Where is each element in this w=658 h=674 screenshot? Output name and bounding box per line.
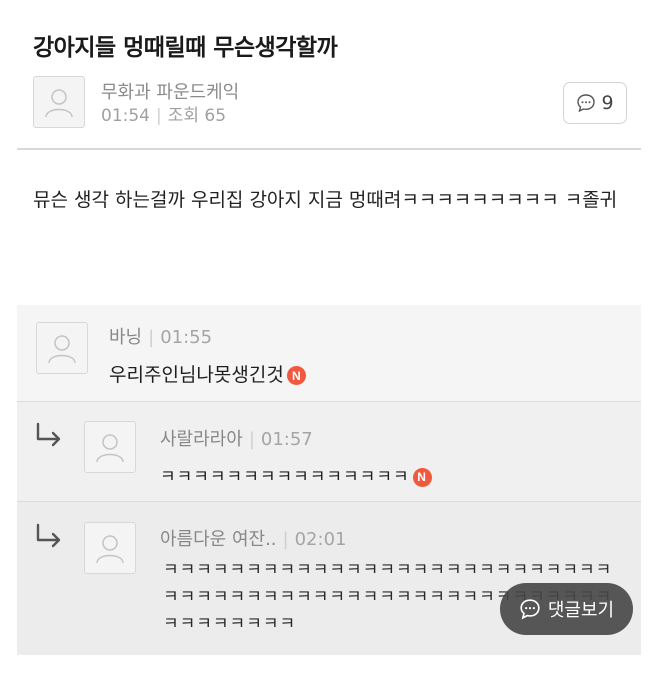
meta-separator: | — [248, 429, 255, 450]
reply-author[interactable]: 아름다운 여잔.. — [160, 529, 277, 550]
post-body: 뮤슨 생각 하는걸까 우리집 강아지 지금 멍때려ㅋㅋㅋㅋㅋㅋㅋㅋㅋ ㅋ졸귀 — [33, 189, 618, 211]
header-divider — [17, 148, 641, 150]
meta-separator: | — [148, 327, 155, 348]
reply-meta: 아름다운 여잔.. | 02:01 — [160, 525, 346, 551]
view-comments-button[interactable]: 댓글보기 — [500, 583, 633, 635]
reply-arrow-icon — [34, 522, 64, 556]
meta-separator: | — [282, 529, 289, 550]
comment-body: 우리주인님나못생긴것 — [109, 364, 284, 386]
avatar-placeholder-icon — [48, 335, 76, 364]
post-meta: 01:54 | 조회 65 — [101, 101, 226, 126]
meta-separator: | — [156, 106, 162, 126]
post-views: 조회 65 — [167, 106, 227, 126]
reply-body: ㅋㅋㅋㅋㅋㅋㅋㅋㅋㅋㅋㅋㅋㅋㅋ — [160, 467, 410, 487]
new-badge-icon: N — [412, 467, 432, 487]
post-page: 강아지들 멍때릴때 무슨생각할까 무화과 파운드케익 01:54 | 조회 65 9… — [0, 0, 658, 674]
author-avatar[interactable] — [33, 76, 85, 128]
avatar-placeholder-icon — [96, 434, 124, 463]
new-badge-icon: N — [286, 366, 306, 385]
comment-author[interactable]: 바닝 — [109, 327, 142, 348]
reply-time: 01:57 — [260, 429, 313, 450]
comment-avatar[interactable] — [36, 322, 88, 374]
comment-text: 우리주인님나못생긴것 N — [109, 360, 306, 387]
reply-arrow-icon — [34, 421, 64, 455]
avatar-placeholder-icon — [96, 535, 124, 564]
bottom-edge — [17, 655, 641, 674]
post-title: 강아지들 멍때릴때 무슨생각할까 — [33, 35, 338, 61]
view-comments-label: 댓글보기 — [547, 600, 615, 621]
reply-avatar[interactable] — [84, 522, 136, 574]
reply-author[interactable]: 사랄라라아 — [160, 429, 243, 450]
comment-count: 9 — [601, 92, 614, 114]
post-time: 01:54 — [101, 106, 150, 126]
avatar-placeholder-icon — [45, 89, 73, 118]
comment-bubble-icon — [520, 599, 540, 620]
reply-text: ㅋㅋㅋㅋㅋㅋㅋㅋㅋㅋㅋㅋㅋㅋㅋ N — [160, 462, 432, 487]
reply-time: 02:01 — [294, 529, 347, 550]
comment-meta: 바닝 | 01:55 — [109, 323, 212, 349]
comment-bubble-icon — [577, 94, 596, 113]
reply-meta: 사랄라라아 | 01:57 — [160, 425, 313, 451]
comment-count-button[interactable]: 9 — [563, 82, 627, 124]
comment-time: 01:55 — [160, 327, 213, 348]
reply-avatar[interactable] — [84, 421, 136, 473]
